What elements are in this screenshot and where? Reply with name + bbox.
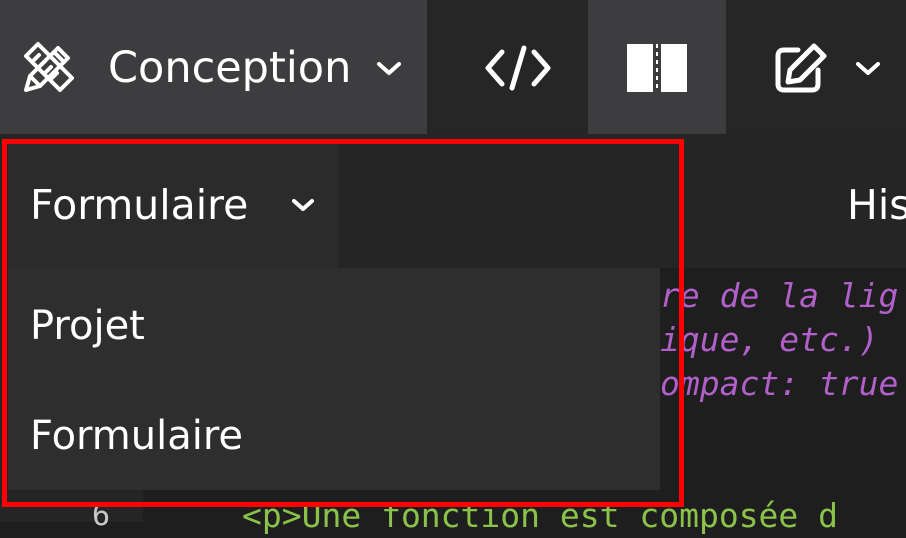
split-view-button[interactable] — [588, 0, 726, 134]
history-tab[interactable]: His — [847, 180, 906, 230]
top-toolbar: Conception — [0, 0, 906, 134]
mode-label: Conception — [108, 43, 352, 93]
code-comment-line: ompact: true — [660, 364, 899, 403]
split-view-icon — [627, 44, 687, 92]
chevron-down-icon — [377, 62, 401, 75]
pencil-ruler-icon — [24, 42, 74, 92]
code-comment-line: re de la lig — [660, 276, 899, 315]
chevron-down-icon — [856, 62, 880, 75]
code-comment-line: ique, etc.) — [660, 320, 879, 359]
highlight-box — [2, 139, 684, 507]
code-view-icon[interactable] — [468, 40, 568, 96]
mode-selector-button[interactable]: Conception — [0, 0, 427, 134]
edit-icon[interactable] — [768, 38, 898, 98]
